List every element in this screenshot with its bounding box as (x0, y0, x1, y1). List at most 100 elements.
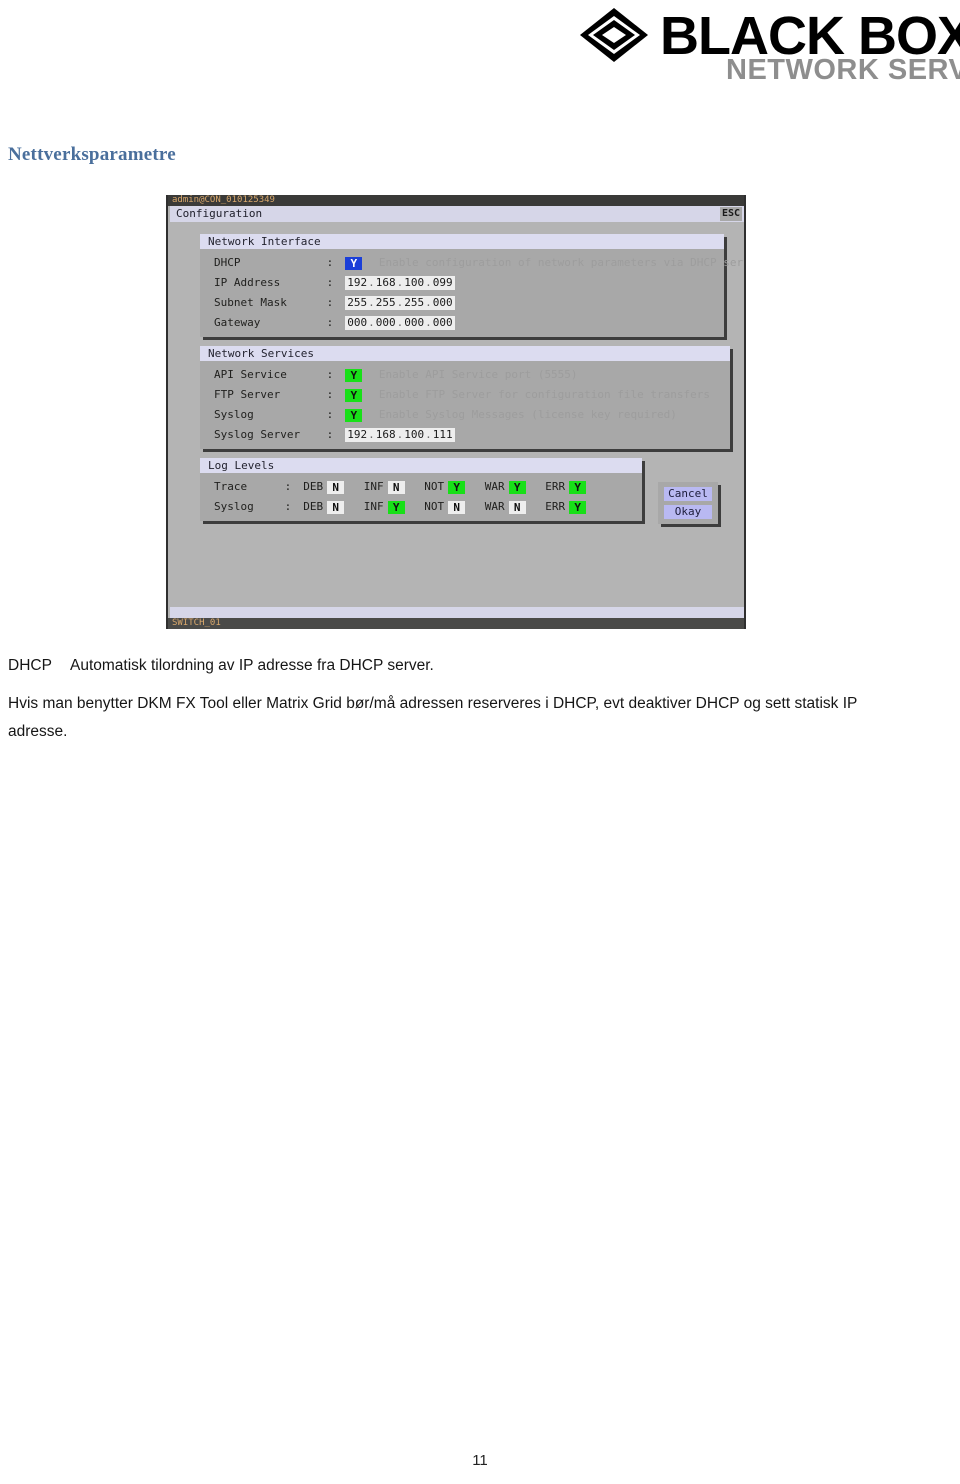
field-row-ftp-server[interactable]: FTP Server : Y Enable FTP Server for con… (200, 385, 730, 405)
log-cell-value[interactable]: Y (569, 480, 587, 494)
definition-text: Automatisk tilordning av IP adresse fra … (70, 657, 434, 674)
log-cell-value[interactable]: Y (508, 480, 526, 494)
log-cell-name: INF (363, 500, 384, 513)
octet-separator: . (396, 276, 404, 289)
terminal-title-bar: admin@CON_010125349 (168, 195, 744, 206)
field-row-dhcp[interactable]: DHCP : Y Enable configuration of network… (200, 253, 744, 273)
log-cell-syslog-inf[interactable]: INF Y (364, 497, 405, 517)
log-cell-syslog-err[interactable]: ERR Y (545, 497, 587, 517)
log-cell-trace-war[interactable]: WAR Y (485, 477, 526, 497)
field-row-syslog[interactable]: Syslog : Y Enable Syslog Messages (licen… (200, 405, 730, 425)
log-cell-name: NOT (424, 500, 445, 513)
group-body-log-levels: Trace : DEB N INF N NOT Y WAR Y ERR Y Syslog … (200, 473, 642, 521)
log-cell-value[interactable]: N (387, 480, 405, 494)
octet-3[interactable]: 100 (403, 276, 425, 290)
okay-button[interactable]: Okay (664, 505, 712, 519)
log-cell-trace-err[interactable]: ERR Y (545, 477, 587, 497)
field-label-ip-address: IP Address (214, 276, 281, 289)
octet-4[interactable]: 111 (432, 428, 454, 442)
field-label-subnet-mask: Subnet Mask (214, 296, 287, 309)
group-network-services: Network Services API Service : Y Enable … (200, 346, 730, 449)
page-number: 11 (472, 1452, 488, 1469)
group-title-network-interface: Network Interface (200, 234, 724, 249)
log-cell-value[interactable]: Y (569, 500, 587, 514)
log-cell-name: DEB (303, 480, 324, 493)
terminal-status-line (170, 607, 744, 618)
menu-label-configuration[interactable]: Configuration (176, 206, 262, 222)
field-help-ftp-server: Enable FTP Server for configuration file… (378, 388, 711, 401)
octet-group-ip-address[interactable]: 192.168.100.099 (345, 276, 455, 290)
field-value-dhcp[interactable]: Y (345, 256, 363, 270)
octet-2[interactable]: 255 (375, 296, 397, 310)
page-title: Nettverksparametre (8, 144, 176, 165)
terminal-body: Network Interface DHCP : Y Enable config… (170, 222, 744, 607)
field-label-dhcp: DHCP (214, 256, 241, 269)
terminal-screenshot: admin@CON_010125349 Configuration ESC Ne… (166, 195, 746, 629)
octet-1[interactable]: 192 (346, 276, 368, 290)
cancel-button[interactable]: Cancel (664, 487, 712, 501)
octet-3[interactable]: 100 (403, 428, 425, 442)
field-help-dhcp: Enable configuration of network paramete… (378, 256, 746, 269)
log-label-syslog: Syslog (214, 500, 254, 513)
log-cell-value[interactable]: N (327, 480, 345, 494)
log-cell-trace-inf[interactable]: INF N (364, 477, 405, 497)
log-cell-syslog-not[interactable]: NOT N (424, 497, 466, 517)
field-colon: : (284, 480, 292, 493)
log-cell-value[interactable]: N (508, 500, 526, 514)
log-row-syslog[interactable]: Syslog : DEB N INF Y NOT N WAR N ERR Y (200, 497, 642, 517)
octet-3[interactable]: 000 (403, 316, 425, 330)
octet-separator: . (396, 296, 404, 309)
octet-group-gateway[interactable]: 000.000.000.000 (345, 316, 455, 330)
octet-separator: . (396, 316, 404, 329)
field-value-syslog[interactable]: Y (345, 408, 363, 422)
log-cell-value[interactable]: N (448, 500, 466, 514)
log-cell-name: WAR (484, 480, 505, 493)
field-row-syslog-server[interactable]: Syslog Server : 192.168.100.111 (200, 425, 730, 445)
dialog-button-group: Cancel Okay (658, 482, 718, 524)
field-row-ip-address[interactable]: IP Address : 192.168.100.099 (200, 273, 724, 293)
octet-1[interactable]: 192 (346, 428, 368, 442)
octet-2[interactable]: 168 (375, 276, 397, 290)
octet-separator: . (425, 428, 432, 441)
log-label-trace: Trace (214, 480, 248, 493)
field-row-gateway[interactable]: Gateway : 000.000.000.000 (200, 313, 724, 333)
octet-3[interactable]: 255 (403, 296, 425, 310)
field-colon: : (326, 276, 334, 289)
octet-4[interactable]: 000 (432, 316, 454, 330)
log-cell-syslog-war[interactable]: WAR N (485, 497, 526, 517)
octet-group-subnet-mask[interactable]: 255.255.255.000 (345, 296, 455, 310)
log-cell-trace-deb[interactable]: DEB N (303, 477, 345, 497)
field-help-syslog: Enable Syslog Messages (license key requ… (378, 408, 677, 421)
field-colon: : (326, 368, 334, 381)
field-label-syslog-server: Syslog Server (214, 428, 301, 441)
octet-1[interactable]: 000 (346, 316, 368, 330)
log-cell-syslog-deb[interactable]: DEB N (303, 497, 345, 517)
log-cell-value[interactable]: N (327, 500, 345, 514)
octet-4[interactable]: 099 (432, 276, 454, 290)
octet-2[interactable]: 168 (375, 428, 397, 442)
field-colon: : (326, 296, 334, 309)
log-row-trace[interactable]: Trace : DEB N INF N NOT Y WAR Y ERR Y (200, 477, 642, 497)
field-colon: : (326, 408, 334, 421)
octet-1[interactable]: 255 (346, 296, 368, 310)
log-cell-name: NOT (424, 480, 445, 493)
field-value-ftp-server[interactable]: Y (345, 388, 363, 402)
diamond-logo-icon (580, 8, 648, 62)
log-cell-trace-not[interactable]: NOT Y (424, 477, 466, 497)
field-colon: : (284, 500, 292, 513)
log-cell-name: ERR (545, 480, 566, 493)
octet-2[interactable]: 000 (375, 316, 397, 330)
field-colon: : (326, 428, 334, 441)
log-cell-name: WAR (484, 500, 505, 513)
octet-group-syslog-server[interactable]: 192.168.100.111 (345, 428, 455, 442)
brand-logo: BLACK BOX® NETWORK SERVICES (578, 4, 960, 86)
log-cell-value[interactable]: Y (448, 480, 466, 494)
terminal-status-bar: SWITCH_01 (168, 618, 744, 629)
field-value-api-service[interactable]: Y (345, 368, 363, 382)
field-row-api-service[interactable]: API Service : Y Enable API Service port … (200, 365, 730, 385)
esc-key-hint[interactable]: ESC (719, 207, 742, 221)
log-cell-value[interactable]: Y (387, 500, 405, 514)
octet-4[interactable]: 000 (432, 296, 454, 310)
group-title-network-services: Network Services (200, 346, 730, 361)
field-row-subnet-mask[interactable]: Subnet Mask : 255.255.255.000 (200, 293, 724, 313)
